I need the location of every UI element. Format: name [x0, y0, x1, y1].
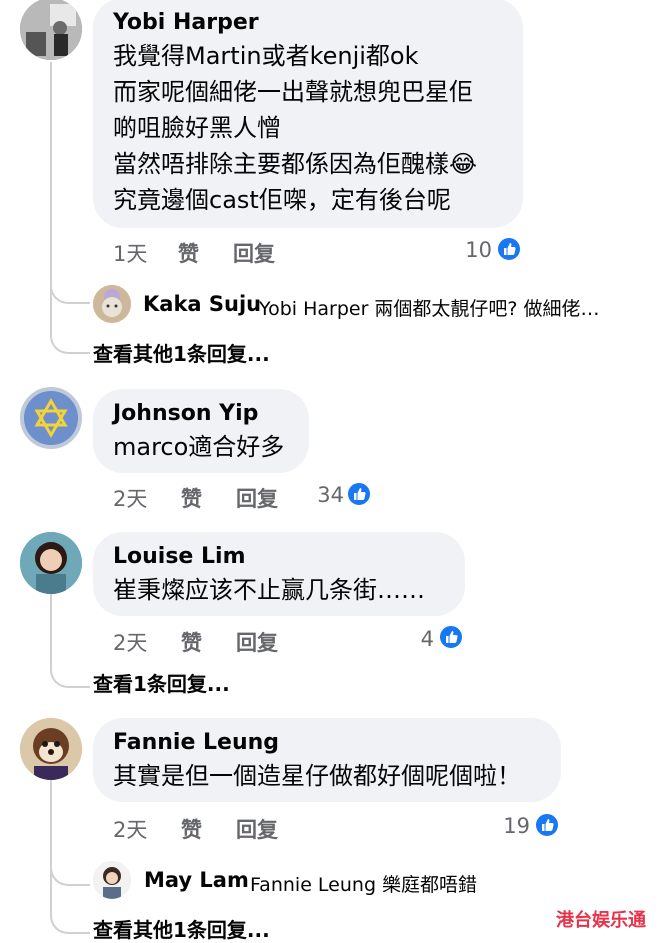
avatar-photo-icon — [93, 861, 131, 899]
reply-preview-text[interactable]: Fannie Leung 樂庭都唔錯 — [250, 870, 477, 897]
star-of-david-icon — [24, 391, 78, 445]
like-count[interactable]: 4 — [404, 627, 434, 651]
comment-author[interactable]: Fannie Leung — [113, 728, 541, 758]
reply-author[interactable]: May Lam — [144, 868, 249, 892]
avatar[interactable] — [93, 285, 131, 323]
like-count[interactable]: 10 — [462, 238, 492, 262]
comment-text-line: 崔秉燦应该不止赢几条街…… — [113, 576, 425, 604]
comment-text-line: 當然唔排除主要都係因為佢醜樣😂 — [113, 150, 478, 178]
comment-text-line: marco適合好多 — [113, 433, 285, 461]
comment-bubble: Fannie Leung 其實是但一個造星仔做都好個呢個啦！ — [93, 718, 561, 802]
reply-button[interactable]: 回复 — [236, 814, 278, 844]
comment-bubble: Yobi Harper 我覺得Martin或者kenji都ok 而家呢個細佬一出… — [93, 0, 523, 228]
reply-author[interactable]: Kaka Suju — [143, 292, 261, 316]
avatar[interactable] — [93, 861, 131, 899]
comment-text-line: 我覺得Martin或者kenji都ok — [113, 42, 419, 70]
like-reaction-icon — [496, 236, 522, 262]
reply-button[interactable]: 回复 — [233, 238, 275, 268]
watermark: 港台娱乐通 — [556, 910, 646, 931]
like-button[interactable]: 赞 — [181, 627, 202, 657]
view-more-replies[interactable]: 查看1条回复... — [93, 668, 230, 697]
avatar[interactable] — [20, 0, 82, 60]
comment-author[interactable]: Louise Lim — [113, 542, 445, 572]
avatar-photo-icon — [93, 285, 131, 323]
like-reaction-icon — [438, 624, 464, 650]
reply-preview-text[interactable]: Yobi Harper 兩個都太靚仔吧? 做細佬… — [259, 294, 600, 321]
avatar-photo-icon — [20, 532, 82, 594]
comment-bubble: Johnson Yip marco適合好多 — [93, 389, 309, 473]
comment-text-line: 啲咀臉好黑人憎 — [113, 114, 281, 142]
thread-elbow — [50, 640, 90, 688]
like-count[interactable]: 19 — [500, 814, 530, 838]
avatar[interactable] — [20, 718, 82, 780]
avatar-photo-icon — [20, 718, 82, 780]
thread-elbow — [50, 302, 90, 354]
comment-time[interactable]: 2天 — [113, 627, 147, 657]
thread-line — [50, 62, 52, 302]
avatar-photo-icon — [20, 0, 82, 60]
comment-author[interactable]: Johnson Yip — [113, 399, 289, 429]
comment-text-line: 而家呢個細佬一出聲就想兜巴星佢 — [113, 78, 473, 106]
comment-time[interactable]: 1天 — [113, 238, 147, 268]
avatar[interactable] — [20, 532, 82, 594]
comment-bubble: Louise Lim 崔秉燦应该不止赢几条街…… — [93, 532, 465, 616]
avatar[interactable] — [20, 387, 82, 449]
comment-time[interactable]: 2天 — [113, 814, 147, 844]
thread-elbow — [50, 884, 90, 934]
comment-time[interactable]: 2天 — [113, 483, 147, 513]
comment-text-line: 其實是但一個造星仔做都好個呢個啦！ — [113, 762, 521, 790]
comment-text-line: 究竟邊個cast佢㗎，定有後台呢 — [113, 186, 451, 214]
thread-elbow — [50, 270, 90, 304]
reply-button[interactable]: 回复 — [236, 483, 278, 513]
view-more-replies[interactable]: 查看其他1条回复... — [93, 914, 270, 943]
like-count[interactable]: 34 — [310, 483, 344, 507]
thread-elbow — [50, 852, 90, 886]
thread-line — [50, 594, 52, 644]
reply-button[interactable]: 回复 — [236, 627, 278, 657]
like-reaction-icon — [534, 812, 560, 838]
view-more-replies[interactable]: 查看其他1条回复... — [93, 338, 270, 367]
like-button[interactable]: 赞 — [181, 483, 202, 513]
like-button[interactable]: 赞 — [181, 814, 202, 844]
comment-author[interactable]: Yobi Harper — [113, 8, 503, 38]
like-button[interactable]: 赞 — [178, 238, 199, 268]
like-reaction-icon — [346, 481, 372, 507]
